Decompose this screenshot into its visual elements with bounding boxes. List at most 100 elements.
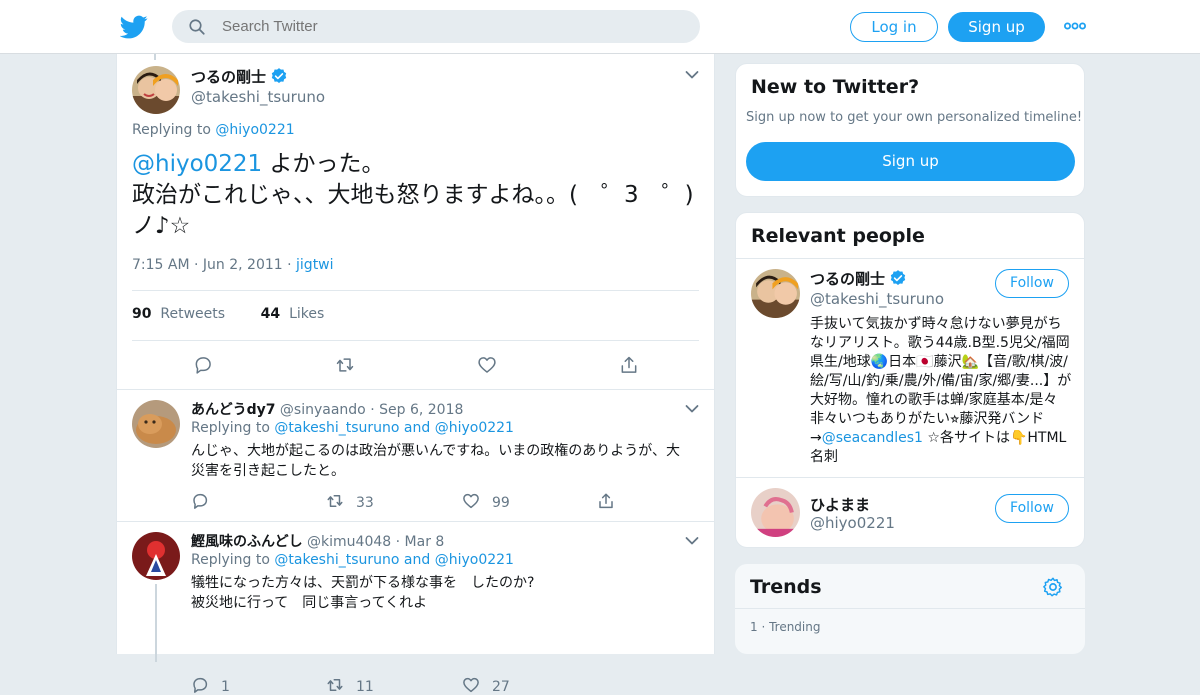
reply-author-name[interactable]: 鰹風味のふんどし — [191, 534, 303, 550]
author-handle[interactable]: @takeshi_tsuruno — [191, 88, 325, 106]
like-action[interactable]: 99 — [462, 492, 510, 511]
reply-text: んじゃ、大地が起こるのは政治が悪いんですね。いまの政権のありようが、大災害を引き… — [191, 443, 681, 479]
retweet-icon[interactable] — [326, 676, 344, 694]
tweet-time[interactable]: 7:15 AM — [132, 257, 190, 273]
avatar[interactable] — [132, 66, 180, 114]
avatar[interactable] — [132, 400, 180, 448]
retweet-action[interactable]: 33 — [326, 492, 374, 511]
search-icon — [189, 19, 205, 35]
reply-icon[interactable] — [191, 492, 209, 510]
reply-date[interactable]: Sep 6, 2018 — [379, 402, 463, 418]
divider — [736, 477, 1084, 478]
reply-action[interactable]: 1 — [191, 676, 230, 695]
share-icon[interactable] — [618, 355, 640, 375]
signup-button[interactable]: Sign up — [948, 12, 1045, 42]
author-name[interactable]: つるの剛士 — [191, 66, 288, 87]
like-count: 27 — [492, 679, 510, 695]
verified-badge-icon — [890, 270, 906, 286]
replying-prefix: Replying to — [191, 552, 270, 568]
reply-action[interactable] — [191, 492, 209, 510]
retweet-action[interactable]: 11 — [326, 676, 374, 695]
like-heart-icon[interactable] — [462, 492, 480, 510]
like-count: 99 — [492, 495, 510, 511]
replying-to: Replying to @takeshi_tsuruno and @hiyo02… — [191, 420, 514, 436]
bio-mention-link[interactable]: @seacandles1 — [822, 430, 923, 446]
thread-connector-line — [155, 584, 157, 662]
reply-icon[interactable] — [192, 355, 214, 375]
replying-prefix: Replying to — [191, 420, 270, 436]
reply-author-name[interactable]: あんどうdy7 — [191, 402, 275, 418]
retweets-label[interactable]: Retweets — [160, 306, 225, 322]
likes-label[interactable]: Likes — [289, 306, 324, 322]
search-box[interactable] — [172, 10, 700, 43]
reply-tweet[interactable]: 鰹風味のふんどし @kimu4048 · Mar 8 Replying to @… — [117, 522, 714, 695]
verified-badge-icon — [271, 68, 287, 84]
reply-count: 1 — [221, 679, 230, 695]
person-handle[interactable]: @takeshi_tsuruno — [810, 290, 944, 308]
relevant-people-title: Relevant people — [751, 225, 925, 247]
author-name-text[interactable]: つるの剛士 — [191, 68, 266, 86]
replying-to-link[interactable]: @takeshi_tsuruno and @hiyo0221 — [274, 552, 514, 568]
divider — [735, 608, 1085, 609]
trends-card: Trends 1 · Trending — [735, 564, 1085, 654]
divider — [132, 340, 699, 341]
login-button[interactable]: Log in — [850, 12, 938, 42]
tweet-source-link[interactable]: jigtwi — [296, 257, 334, 273]
mention-link[interactable]: @hiyo0221 — [132, 151, 262, 177]
tweet-text: @hiyo0221 よかった。 政治がこれじゃ、、大地も怒りますよね。。( ゜3… — [132, 149, 702, 242]
chevron-down-icon[interactable] — [685, 70, 699, 80]
replying-to: Replying to @takeshi_tsuruno and @hiyo02… — [191, 552, 514, 568]
follow-button[interactable]: Follow — [995, 269, 1069, 298]
reply-author-handle[interactable]: @kimu4048 — [307, 534, 391, 550]
retweet-count: 11 — [356, 679, 374, 695]
chevron-down-icon[interactable] — [685, 404, 699, 414]
person-name-text[interactable]: つるの剛士 — [810, 270, 885, 288]
retweet-icon[interactable] — [334, 355, 356, 375]
like-heart-icon[interactable] — [462, 676, 480, 694]
like-action[interactable]: 27 — [462, 676, 510, 695]
relevant-people-card: Relevant people つるの剛士 @takeshi_tsuruno F… — [735, 212, 1085, 548]
reply-text: 犠牲になった方々は、天罰が下る様な事を したのか? 被災地に行って 同じ事言ってく… — [191, 573, 691, 613]
new-to-twitter-title: New to Twitter? — [751, 76, 920, 98]
divider — [736, 258, 1084, 259]
replying-prefix: Replying to — [132, 122, 211, 138]
person-name[interactable]: つるの剛士 — [810, 268, 907, 289]
trend-item-meta[interactable]: 1 · Trending — [750, 620, 820, 634]
twitter-bird-logo-icon[interactable] — [120, 13, 148, 41]
replying-to-link[interactable]: @hiyo0221 — [215, 122, 294, 138]
retweet-count: 33 — [356, 495, 374, 511]
gear-icon[interactable] — [1042, 576, 1064, 598]
reply-icon[interactable] — [191, 676, 209, 694]
top-navigation-bar: Log in Sign up — [0, 0, 1200, 54]
reply-text-line1: 犠牲になった方々は、天罰が下る様な事を したのか? — [191, 575, 535, 591]
reply-header: 鰹風味のふんどし @kimu4048 · Mar 8 — [191, 534, 445, 550]
share-icon[interactable] — [597, 492, 615, 510]
avatar[interactable] — [751, 269, 800, 318]
new-to-twitter-card: New to Twitter? Sign up now to get your … — [735, 63, 1085, 197]
reply-author-handle[interactable]: @sinyaando — [280, 402, 366, 418]
tweet-timeline: つるの剛士 @takeshi_tsuruno Replying to @hiyo… — [116, 54, 715, 695]
tweet-text-line3: ノ♪☆ — [132, 213, 191, 239]
follow-button[interactable]: Follow — [995, 494, 1069, 523]
tweet-stats: 90 Retweets 44 Likes — [132, 306, 324, 322]
person-name[interactable]: ひよまま — [810, 494, 870, 515]
like-heart-icon[interactable] — [476, 355, 498, 375]
tweet-date[interactable]: Jun 2, 2011 — [203, 257, 283, 273]
search-input[interactable] — [222, 10, 682, 43]
replying-to-link[interactable]: @takeshi_tsuruno and @hiyo0221 — [274, 420, 514, 436]
retweets-count[interactable]: 90 — [132, 306, 151, 322]
sidebar-signup-button[interactable]: Sign up — [746, 142, 1075, 181]
chevron-down-icon[interactable] — [685, 536, 699, 546]
likes-count[interactable]: 44 — [261, 306, 280, 322]
avatar[interactable] — [751, 488, 800, 537]
retweet-icon[interactable] — [326, 492, 344, 510]
more-options-icon[interactable] — [1064, 19, 1086, 33]
reply-tweet[interactable]: あんどうdy7 @sinyaando · Sep 6, 2018 Replyin… — [117, 390, 714, 522]
reply-header: あんどうdy7 @sinyaando · Sep 6, 2018 — [191, 402, 464, 418]
reply-text-line2: 被災地に行って 同じ事言ってくれよ — [191, 595, 428, 611]
reply-date[interactable]: Mar 8 — [405, 534, 445, 550]
divider — [132, 290, 699, 291]
avatar[interactable] — [132, 532, 180, 580]
share-action[interactable] — [597, 492, 615, 510]
person-handle[interactable]: @hiyo0221 — [810, 514, 895, 532]
